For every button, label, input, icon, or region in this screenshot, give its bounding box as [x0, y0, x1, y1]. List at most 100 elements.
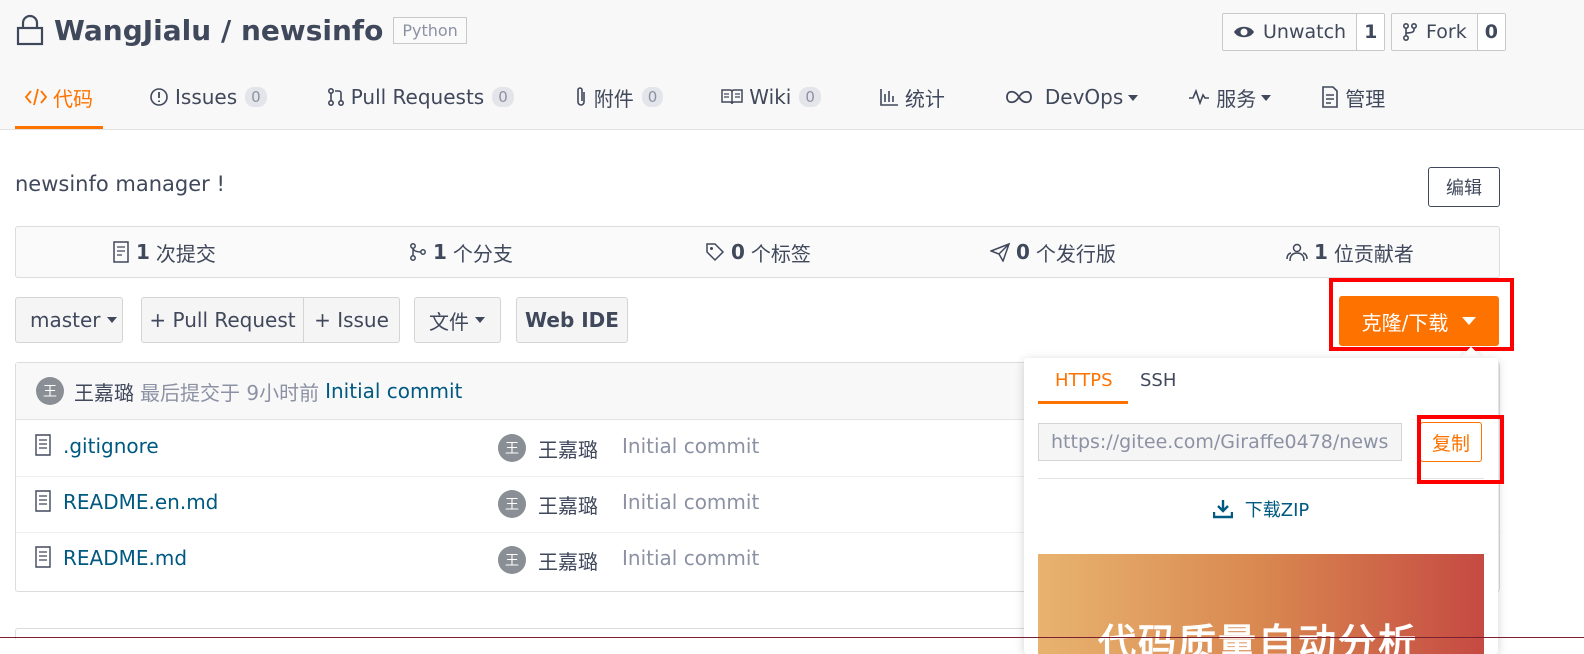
- fork-count[interactable]: 0: [1477, 14, 1505, 50]
- pulse-icon: [1189, 89, 1210, 105]
- fork-icon: [1403, 23, 1417, 41]
- file-icon: [35, 490, 51, 512]
- tab-services-label: 服务: [1216, 86, 1257, 111]
- file-icon: [35, 434, 51, 456]
- avatar[interactable]: 王: [498, 434, 526, 462]
- avatar[interactable]: 王: [36, 377, 64, 405]
- tags-count: 0: [731, 240, 745, 264]
- branches-label: 个分支: [452, 241, 513, 266]
- unwatch-label: Unwatch: [1263, 21, 1347, 43]
- watch-count[interactable]: 1: [1357, 14, 1385, 50]
- download-zip-label: 下载ZIP: [1244, 500, 1310, 521]
- repo-owner[interactable]: WangJialu: [54, 14, 211, 47]
- new-issue-button[interactable]: + Issue: [303, 297, 400, 343]
- repo-stats-bar: 1 次提交 1 个分支 0 个标签 0 个发行版 1 位贡献者: [15, 226, 1500, 278]
- fork-button[interactable]: Fork 0: [1391, 13, 1506, 51]
- issues-count-badge: 0: [245, 87, 267, 107]
- highlight-box-copy: [1417, 415, 1504, 484]
- tab-ssh[interactable]: SSH: [1140, 370, 1176, 401]
- tab-code-label: 代码: [53, 86, 93, 111]
- stat-branches[interactable]: 1 个分支: [409, 227, 513, 277]
- tab-attachments-label: 附件: [593, 86, 634, 111]
- download-zip-link[interactable]: 下载ZIP: [1024, 496, 1498, 522]
- tab-code[interactable]: 代码: [15, 68, 103, 129]
- bottom-border: [0, 637, 1584, 638]
- release-icon: [990, 242, 1010, 262]
- contributors-icon: [1286, 243, 1308, 262]
- stat-commits[interactable]: 1 次提交: [112, 227, 216, 277]
- tab-wiki[interactable]: Wiki 0: [711, 68, 831, 126]
- file-commit-author[interactable]: 王嘉璐: [538, 490, 598, 519]
- file-commit-message[interactable]: Initial commit: [622, 490, 759, 514]
- tab-wiki-label: Wiki: [749, 85, 792, 109]
- repo-description: newsinfo manager !: [15, 172, 225, 196]
- code-icon: [25, 88, 47, 106]
- commits-label: 次提交: [155, 241, 216, 266]
- chevron-down-icon: [475, 317, 485, 323]
- bar-chart-icon: [880, 89, 898, 106]
- unwatch-button[interactable]: Unwatch 1: [1222, 13, 1386, 51]
- tab-attachments[interactable]: 附件 0: [564, 68, 674, 126]
- avatar[interactable]: 王: [498, 490, 526, 518]
- tab-services[interactable]: 服务: [1178, 68, 1281, 126]
- tab-pull-requests[interactable]: Pull Requests 0: [317, 68, 524, 126]
- lock-icon: [16, 14, 44, 46]
- promo-banner-text: 代码质量自动分析: [1098, 621, 1419, 654]
- book-icon: [721, 89, 744, 105]
- clone-url-input[interactable]: [1038, 423, 1402, 461]
- repo-name[interactable]: newsinfo: [241, 14, 383, 47]
- commit-time: 最后提交于 9小时前: [140, 380, 320, 405]
- commit-message-link[interactable]: Initial commit: [325, 379, 462, 403]
- tab-https[interactable]: HTTPS: [1038, 370, 1128, 404]
- releases-label: 个发行版: [1035, 241, 1116, 266]
- issue-icon: [150, 88, 168, 106]
- branches-count: 1: [433, 240, 447, 264]
- releases-count: 0: [1016, 240, 1030, 264]
- repo-separator: /: [211, 13, 241, 47]
- files-dropdown[interactable]: 文件: [414, 297, 501, 343]
- fork-label: Fork: [1426, 21, 1467, 43]
- file-commit-author[interactable]: 王嘉璐: [538, 434, 598, 463]
- tab-devops[interactable]: DevOps: [995, 68, 1148, 126]
- settings-doc-icon: [1322, 86, 1339, 108]
- stat-releases[interactable]: 0 个发行版: [990, 227, 1116, 277]
- tab-statistics[interactable]: 统计: [869, 68, 955, 126]
- avatar[interactable]: 王: [498, 546, 526, 574]
- wiki-count-badge: 0: [799, 87, 821, 107]
- branch-icon: [410, 243, 426, 261]
- chevron-down-icon: [106, 317, 117, 323]
- paperclip-icon: [576, 87, 585, 106]
- download-icon: [1212, 500, 1233, 519]
- repo-title: WangJialu / newsinfo Python: [16, 8, 467, 52]
- attachments-count-badge: 0: [641, 87, 664, 107]
- files-label: 文件: [429, 309, 469, 334]
- tab-issues[interactable]: Issues 0: [139, 68, 277, 126]
- contributors-label: 位贡献者: [1333, 241, 1414, 266]
- web-ide-button[interactable]: Web IDE: [516, 297, 628, 343]
- pull-request-icon: [327, 87, 344, 107]
- infinity-icon: [1005, 90, 1032, 104]
- language-badge[interactable]: Python: [393, 16, 467, 44]
- commits-count: 1: [136, 240, 150, 264]
- file-name-link[interactable]: README.en.md: [63, 490, 218, 514]
- commit-author[interactable]: 王嘉璐: [74, 377, 134, 406]
- file-commit-message[interactable]: Initial commit: [622, 546, 759, 570]
- new-pull-request-button[interactable]: + Pull Request: [141, 297, 304, 343]
- tab-pull-requests-label: Pull Requests: [350, 85, 485, 109]
- tags-label: 个标签: [750, 241, 811, 266]
- file-name-link[interactable]: README.md: [63, 546, 187, 570]
- branch-selector[interactable]: master: [15, 297, 123, 343]
- tab-manage-label: 管理: [1345, 86, 1386, 111]
- file-name-link[interactable]: .gitignore: [63, 434, 159, 458]
- file-commit-author[interactable]: 王嘉璐: [538, 546, 598, 575]
- promo-banner[interactable]: 代码质量自动分析: [1038, 554, 1484, 654]
- tab-statistics-label: 统计: [904, 86, 945, 111]
- tab-manage[interactable]: 管理: [1311, 68, 1395, 126]
- edit-button[interactable]: 编辑: [1428, 167, 1500, 207]
- tab-devops-label: DevOps: [1044, 85, 1124, 109]
- file-commit-message[interactable]: Initial commit: [622, 434, 759, 458]
- stat-tags[interactable]: 0 个标签: [705, 227, 811, 277]
- stat-contributors[interactable]: 1 位贡献者: [1286, 227, 1414, 277]
- tag-icon: [706, 243, 725, 262]
- chevron-down-icon: [1128, 95, 1139, 101]
